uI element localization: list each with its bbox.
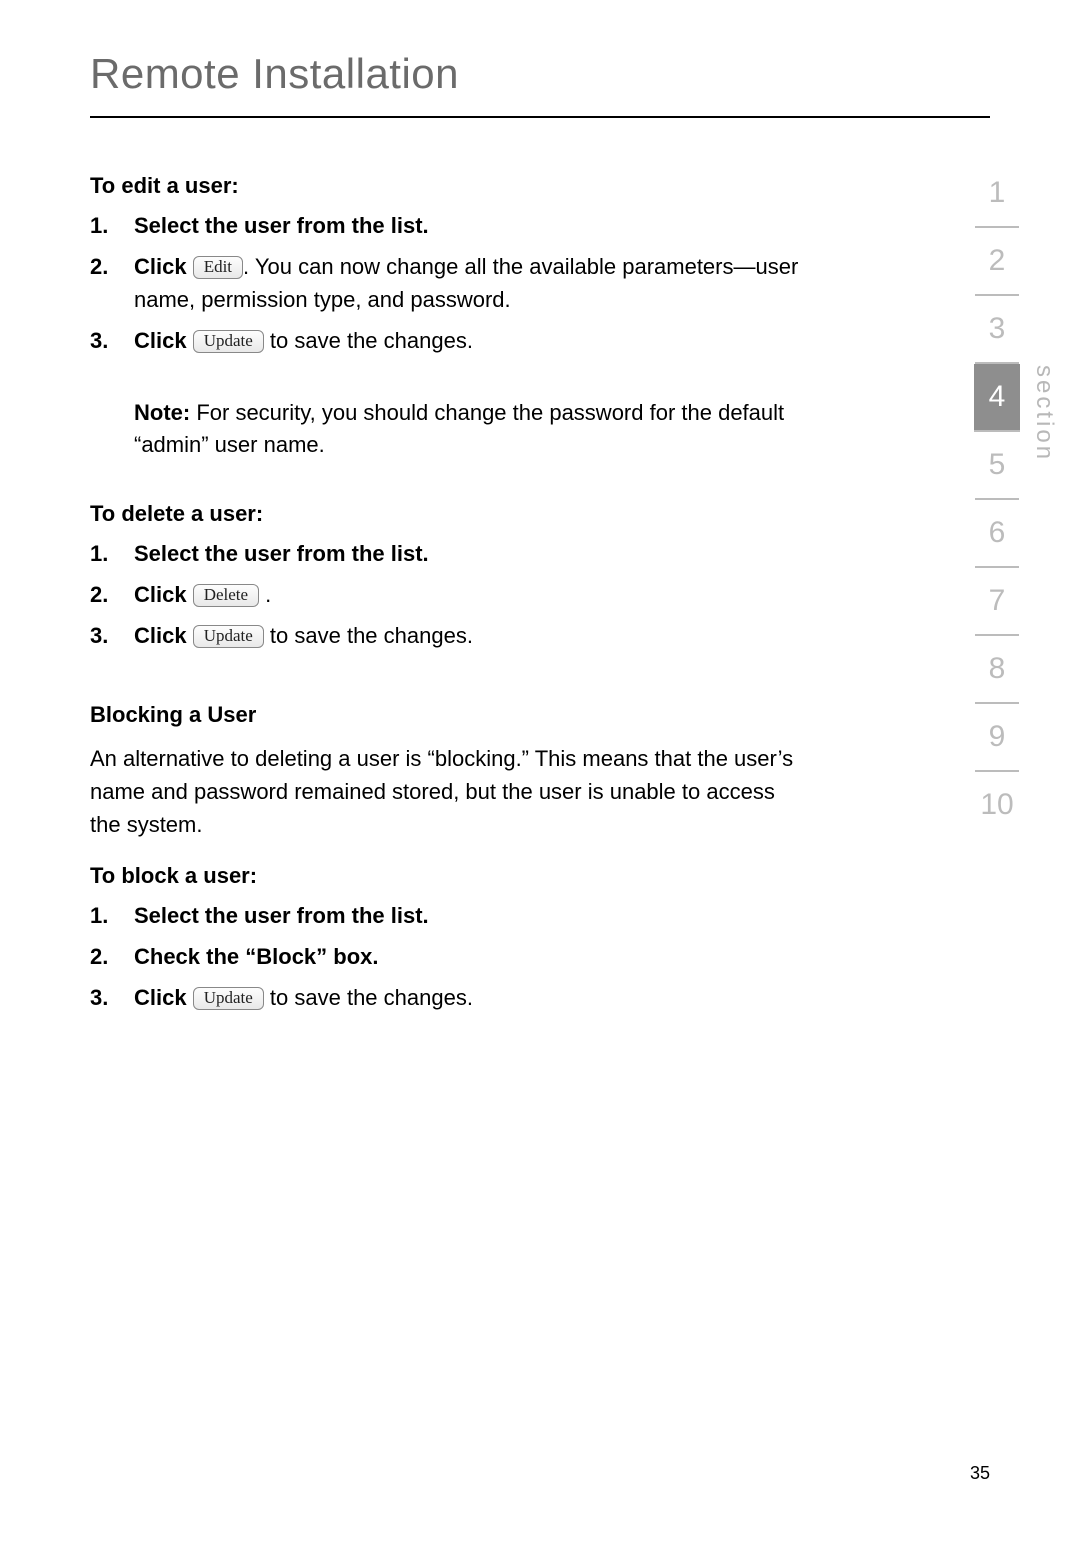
page-title: Remote Installation: [90, 50, 990, 118]
list-item: Click Edit. You can now change all the a…: [90, 250, 810, 316]
step-text: Select the user from the list.: [134, 903, 429, 928]
main-content: To edit a user: Select the user from the…: [90, 173, 810, 1014]
steps-delete-user: Select the user from the list. Click Del…: [90, 537, 810, 652]
section-nav-item-6[interactable]: 6: [975, 500, 1019, 568]
section-nav-item-1[interactable]: 1: [975, 160, 1019, 228]
step-text: Select the user from the list.: [134, 213, 429, 238]
para-blocking: An alternative to deleting a user is “bl…: [90, 742, 810, 841]
heading-delete-user: To delete a user:: [90, 501, 810, 527]
section-nav-item-9[interactable]: 9: [975, 704, 1019, 772]
step-text-post: .: [259, 582, 271, 607]
page-number: 35: [970, 1463, 990, 1484]
step-text-post: to save the changes.: [264, 985, 473, 1010]
section-nav-item-8[interactable]: 8: [975, 636, 1019, 704]
step-text-pre: Click: [134, 985, 193, 1010]
section-nav-item-10[interactable]: 10: [975, 772, 1019, 838]
list-item: Click Update to save the changes.: [90, 619, 810, 652]
section-nav-item-3[interactable]: 3: [975, 296, 1019, 364]
step-text: Check the “Block” box.: [134, 944, 379, 969]
section-nav: section 1 2 3 4 5 6 7 8 9 10: [974, 160, 1020, 838]
list-item: Select the user from the list.: [90, 209, 810, 242]
list-item: Check the “Block” box.: [90, 940, 810, 973]
note-label: Note:: [134, 400, 190, 425]
note-text: For security, you should change the pass…: [134, 400, 784, 457]
step-text-post: to save the changes.: [264, 328, 473, 353]
step-text: Select the user from the list.: [134, 541, 429, 566]
steps-block-user: Select the user from the list. Check the…: [90, 899, 810, 1014]
heading-block-user: To block a user:: [90, 863, 810, 889]
list-item: Click Update to save the changes.: [90, 324, 810, 357]
section-label: section: [1030, 365, 1058, 462]
section-nav-item-2[interactable]: 2: [975, 228, 1019, 296]
delete-button[interactable]: Delete: [193, 584, 259, 607]
list-item: Click Delete .: [90, 578, 810, 611]
step-text-pre: Click: [134, 328, 193, 353]
section-nav-item-7[interactable]: 7: [975, 568, 1019, 636]
update-button[interactable]: Update: [193, 625, 264, 648]
update-button[interactable]: Update: [193, 330, 264, 353]
section-nav-item-5[interactable]: 5: [975, 432, 1019, 500]
steps-edit-user: Select the user from the list. Click Edi…: [90, 209, 810, 357]
list-item: Click Update to save the changes.: [90, 981, 810, 1014]
update-button[interactable]: Update: [193, 987, 264, 1010]
step-text-post: to save the changes.: [264, 623, 473, 648]
list-item: Select the user from the list.: [90, 899, 810, 932]
section-nav-item-4[interactable]: 4: [974, 364, 1020, 432]
heading-edit-user: To edit a user:: [90, 173, 810, 199]
step-text-pre: Click: [134, 623, 193, 648]
list-item: Select the user from the list.: [90, 537, 810, 570]
edit-button[interactable]: Edit: [193, 256, 243, 279]
heading-blocking-user: Blocking a User: [90, 702, 810, 728]
step-text-pre: Click: [134, 582, 193, 607]
note-block: Note: For security, you should change th…: [90, 397, 810, 461]
step-text-pre: Click: [134, 254, 193, 279]
